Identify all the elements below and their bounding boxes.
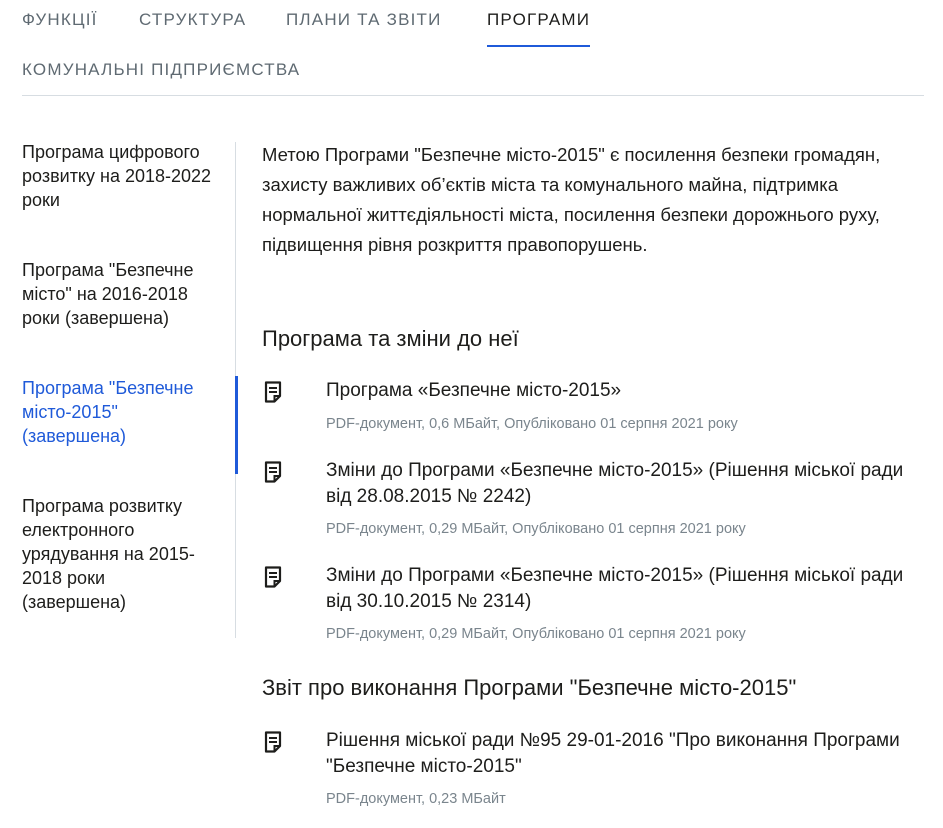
document-meta: PDF-документ, 0,29 МБайт, Опубліковано 0… xyxy=(326,521,746,537)
sidebar-item-digital-development[interactable]: Програма цифрового розвитку на 2018-2022… xyxy=(22,140,212,212)
document-icon xyxy=(264,461,282,483)
document-title[interactable]: Програма «Безпечне місто-2015» xyxy=(326,378,924,404)
sidebar-item-safe-city-2016-2018[interactable]: Програма "Безпечне місто" на 2016-2018 р… xyxy=(22,258,212,330)
document-meta: PDF-документ, 0,23 МБайт xyxy=(326,791,506,807)
document-meta: PDF-документ, 0,6 МБайт, Опубліковано 01… xyxy=(326,416,738,432)
document-title[interactable]: Зміни до Програми «Безпечне місто-2015» … xyxy=(326,458,924,510)
section-title-program-changes: Програма та зміни до неї xyxy=(262,326,519,351)
sidebar-item-e-government[interactable]: Програма розвитку електронного урядуванн… xyxy=(22,494,212,614)
program-description: Метою Програми "Безпечне місто-2015" є п… xyxy=(262,144,881,255)
document-title[interactable]: Рішення міської ради №95 29-01-2016 "Про… xyxy=(326,728,924,780)
document-icon xyxy=(264,566,282,588)
sidebar-active-indicator xyxy=(235,376,238,474)
tab-plans-reports[interactable]: ПЛАНИ ТА ЗВІТИ xyxy=(286,10,442,30)
document-icon xyxy=(264,731,282,753)
tab-functions[interactable]: ФУНКЦІЇ xyxy=(22,10,98,30)
tab-structure[interactable]: СТРУКТУРА xyxy=(139,10,246,30)
document-meta: PDF-документ, 0,29 МБайт, Опубліковано 0… xyxy=(326,626,746,642)
tab-programs[interactable]: ПРОГРАМИ xyxy=(487,10,591,47)
tabs-divider xyxy=(22,95,924,96)
section-tabs: ФУНКЦІЇ СТРУКТУРА ПЛАНИ ТА ЗВІТИ ПРОГРАМ… xyxy=(22,0,924,96)
document-title[interactable]: Зміни до Програми «Безпечне місто-2015» … xyxy=(326,563,924,615)
sidebar-item-safe-city-2015[interactable]: Програма "Безпечне місто-2015" (завершен… xyxy=(22,376,212,448)
section-title-implementation-report: Звіт про виконання Програми "Безпечне мі… xyxy=(262,675,797,700)
document-icon xyxy=(264,381,282,403)
tab-utility-enterprises[interactable]: КОМУНАЛЬНІ ПІДПРИЄМСТВА xyxy=(22,60,300,80)
